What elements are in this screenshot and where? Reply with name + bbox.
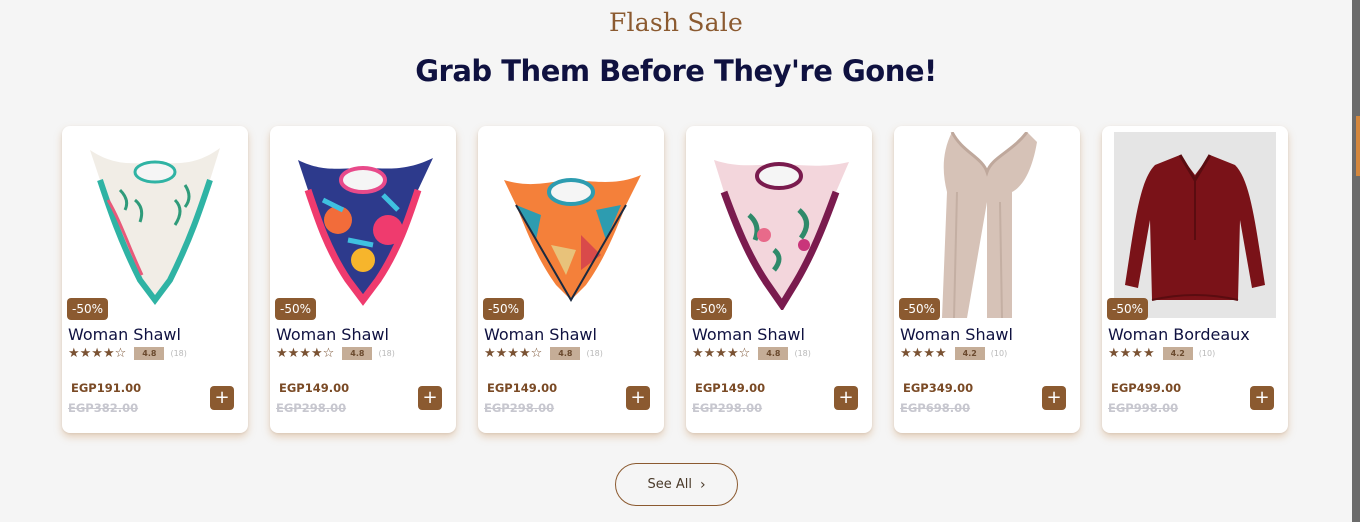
- old-price: EGP998.00: [1108, 401, 1179, 415]
- rating-row: ★★★★ 4.2 (10): [900, 346, 1007, 361]
- product-name[interactable]: Woman Shawl: [692, 325, 805, 344]
- discount-badge: -50%: [483, 298, 525, 320]
- chevron-right-icon: ›: [699, 476, 706, 493]
- old-price: EGP698.00: [900, 401, 971, 415]
- price: EGP349.00: [903, 381, 974, 395]
- add-to-cart-button[interactable]: +: [626, 386, 650, 410]
- rating-row: ★★★★ 4.2 (10): [1108, 346, 1215, 361]
- product-image[interactable]: [906, 132, 1068, 318]
- add-to-cart-button[interactable]: +: [1042, 386, 1066, 410]
- star-rating-icon: ★★★★: [900, 346, 947, 361]
- product-name[interactable]: Woman Shawl: [68, 325, 181, 344]
- star-rating-icon: ★★★★☆: [68, 346, 127, 361]
- old-price: EGP298.00: [484, 401, 555, 415]
- price: EGP149.00: [279, 381, 350, 395]
- discount-badge: -50%: [1107, 298, 1149, 320]
- rating-badge: 4.8: [550, 347, 581, 360]
- rating-row: ★★★★☆ 4.8 (18): [692, 346, 811, 361]
- price: EGP149.00: [695, 381, 766, 395]
- see-all-label: See All: [647, 477, 692, 492]
- product-card[interactable]: -50% Woman Shawl ★★★★☆ 4.8 (18) EGP149.0…: [478, 126, 664, 433]
- product-image[interactable]: [490, 132, 652, 318]
- product-name[interactable]: Woman Shawl: [484, 325, 597, 344]
- rating-badge: 4.8: [758, 347, 789, 360]
- discount-badge: -50%: [275, 298, 317, 320]
- product-list: -50% Woman Shawl ★★★★☆ 4.8 (18) EGP191.0…: [62, 126, 1288, 433]
- rating-row: ★★★★☆ 4.8 (18): [484, 346, 603, 361]
- product-image[interactable]: [282, 132, 444, 318]
- old-price: EGP298.00: [692, 401, 763, 415]
- rating-row: ★★★★☆ 4.8 (18): [68, 346, 187, 361]
- review-count: (10): [1198, 349, 1216, 358]
- see-all-button[interactable]: See All ›: [615, 463, 738, 506]
- old-price: EGP382.00: [68, 401, 139, 415]
- product-name[interactable]: Woman Shawl: [900, 325, 1013, 344]
- add-to-cart-button[interactable]: +: [834, 386, 858, 410]
- star-rating-icon: ★★★★☆: [484, 346, 543, 361]
- add-to-cart-button[interactable]: +: [1250, 386, 1274, 410]
- review-count: (18): [378, 349, 395, 358]
- star-rating-icon: ★★★★☆: [692, 346, 751, 361]
- discount-badge: -50%: [691, 298, 733, 320]
- discount-badge: -50%: [899, 298, 941, 320]
- add-to-cart-button[interactable]: +: [418, 386, 442, 410]
- product-card[interactable]: -50% Woman Shawl ★★★★ 4.2 (10) EGP349.00…: [894, 126, 1080, 433]
- product-image[interactable]: [1114, 132, 1276, 318]
- review-count: (18): [170, 349, 187, 358]
- price: EGP191.00: [71, 381, 142, 395]
- product-image[interactable]: [74, 132, 236, 318]
- product-image[interactable]: [698, 132, 860, 318]
- price: EGP499.00: [1111, 381, 1182, 395]
- price: EGP149.00: [487, 381, 558, 395]
- add-to-cart-button[interactable]: +: [210, 386, 234, 410]
- rating-row: ★★★★☆ 4.8 (18): [276, 346, 395, 361]
- review-count: (18): [794, 349, 811, 358]
- section-eyebrow: Flash Sale: [609, 8, 743, 37]
- product-card[interactable]: -50% Woman Shawl ★★★★☆ 4.8 (18) EGP149.0…: [270, 126, 456, 433]
- star-rating-icon: ★★★★: [1108, 346, 1155, 361]
- review-count: (18): [586, 349, 603, 358]
- section-title: Grab Them Before They're Gone!: [415, 54, 937, 88]
- star-rating-icon: ★★★★☆: [276, 346, 335, 361]
- rating-badge: 4.2: [1162, 347, 1193, 360]
- old-price: EGP298.00: [276, 401, 347, 415]
- review-count: (10): [990, 349, 1008, 358]
- discount-badge: -50%: [67, 298, 109, 320]
- rating-badge: 4.2: [954, 347, 985, 360]
- product-card[interactable]: -50% Woman Shawl ★★★★☆ 4.8 (18) EGP191.0…: [62, 126, 248, 433]
- product-name[interactable]: Woman Shawl: [276, 325, 389, 344]
- scrollbar[interactable]: [1352, 0, 1360, 522]
- scrollbar-thumb[interactable]: [1356, 116, 1360, 176]
- product-card[interactable]: -50% Woman Bordeaux ★★★★ 4.2 (10) EGP499…: [1102, 126, 1288, 433]
- product-card[interactable]: -50% Woman Shawl ★★★★☆ 4.8 (18) EGP149.0…: [686, 126, 872, 433]
- rating-badge: 4.8: [342, 347, 373, 360]
- rating-badge: 4.8: [134, 347, 165, 360]
- product-name[interactable]: Woman Bordeaux: [1108, 325, 1250, 344]
